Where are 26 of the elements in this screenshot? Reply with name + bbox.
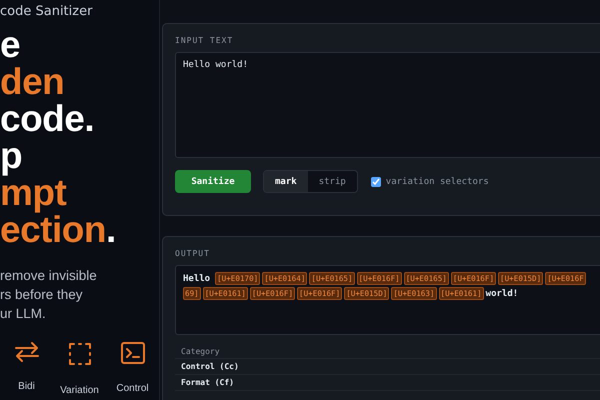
checkbox-label: variation selectors [386, 176, 489, 186]
headline-line: code. [0, 100, 96, 137]
output-text: world! [486, 288, 518, 298]
mode-option[interactable]: strip [308, 171, 357, 192]
table-cell: Format (Cf) [175, 375, 600, 391]
input-field[interactable]: Hello world! [175, 52, 600, 158]
intro-text: remove invisible [0, 267, 98, 285]
section-label: INPUT TEXT [175, 36, 234, 45]
app-title: code Sanitizer [0, 4, 94, 21]
sanitize-button[interactable]: Sanitize [175, 170, 251, 193]
section-label: OUTPUT [175, 249, 211, 258]
intro-text: ur LLM. [0, 305, 47, 323]
swap-arrows-icon [14, 341, 40, 363]
feature-label: Variation [60, 385, 99, 396]
intro-text: rs before they [0, 286, 84, 304]
output-text: Hello [183, 274, 210, 284]
checkbox[interactable] [370, 176, 381, 186]
headline-line: p [0, 137, 24, 174]
column-header: Category [175, 345, 600, 359]
feature-label: Control [116, 383, 149, 394]
mode-option[interactable]: mark [264, 171, 308, 192]
table-cell: Control (Cc) [175, 359, 600, 375]
terminal-icon [120, 341, 146, 365]
headline-line: den [0, 63, 66, 100]
headline-line: e [0, 26, 22, 63]
feature-label: Bidi [18, 381, 35, 392]
